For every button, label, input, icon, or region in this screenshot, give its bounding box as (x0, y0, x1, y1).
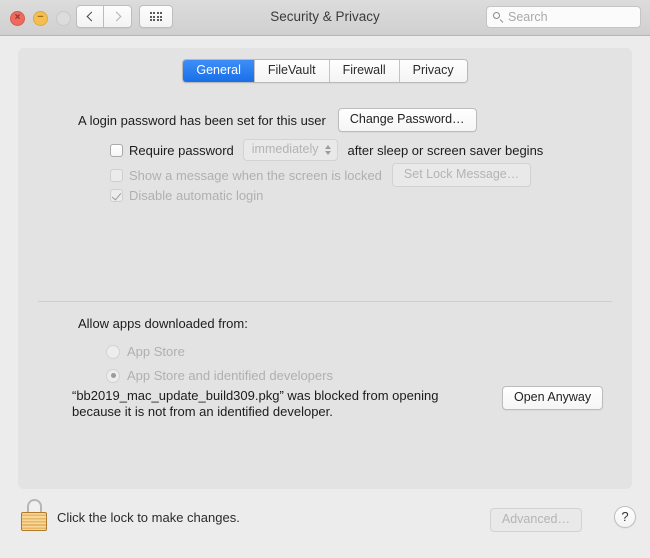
checkmark-icon (112, 190, 122, 201)
set-lock-message-button: Set Lock Message… (391, 163, 532, 187)
allow-option-label-1: App Store and identified developers (127, 368, 333, 383)
allow-option-identified-developers: App Store and identified developers (106, 368, 333, 383)
window-titlebar: × − Security & Privacy Search (0, 0, 650, 36)
require-password-label: Require password (129, 142, 234, 158)
search-icon (493, 11, 504, 23)
allow-option-app-store: App Store (106, 344, 185, 359)
login-password-row: A login password has been set for this u… (78, 108, 477, 132)
change-password-button[interactable]: Change Password… (337, 108, 477, 132)
lock-body (21, 512, 47, 531)
chevron-updown-icon (325, 144, 332, 155)
blocked-app-notice: “bb2019_mac_update_build309.pkg” was blo… (72, 388, 439, 419)
section-divider (38, 301, 612, 302)
show-lock-message-checkbox (110, 168, 123, 182)
allow-apps-label: Allow apps downloaded from: (78, 316, 248, 331)
disable-auto-login-row: Disable automatic login (110, 188, 263, 203)
require-password-delay-popup: immediately (242, 139, 339, 161)
search-placeholder: Search (508, 10, 548, 24)
require-password-suffix: after sleep or screen saver begins (347, 142, 544, 158)
tab-filevault[interactable]: FileVault (253, 60, 329, 82)
require-password-checkbox[interactable] (110, 143, 123, 157)
advanced-button: Advanced… (489, 508, 582, 532)
lock-closed-icon[interactable] (20, 499, 48, 531)
radio-app-store (106, 344, 120, 359)
search-field[interactable]: Search (486, 6, 641, 28)
disable-auto-login-checkbox (110, 189, 123, 202)
security-privacy-window: × − Security & Privacy Search A login pa… (0, 0, 650, 558)
open-anyway-button[interactable]: Open Anyway (502, 386, 604, 410)
tab-privacy[interactable]: Privacy (398, 60, 467, 82)
allow-option-label-0: App Store (127, 344, 185, 359)
radio-identified-developers (106, 368, 120, 383)
disable-auto-login-label: Disable automatic login (129, 188, 264, 203)
show-lock-message-row: Show a message when the screen is locked… (110, 163, 532, 187)
login-password-label: A login password has been set for this u… (78, 112, 326, 128)
show-lock-message-label: Show a message when the screen is locked (129, 167, 382, 183)
require-password-delay-value: immediately (251, 142, 319, 156)
window-footer: Click the lock to make changes. Advanced… (0, 489, 650, 558)
help-button[interactable]: ? (614, 506, 636, 528)
tab-bar: General FileVault Firewall Privacy (0, 59, 650, 83)
require-password-row: Require password immediately after sleep… (110, 139, 543, 161)
preference-pane-content: A login password has been set for this u… (18, 48, 632, 489)
lock-hint-text: Click the lock to make changes. (57, 510, 240, 525)
tab-firewall[interactable]: Firewall (328, 60, 399, 82)
tab-general[interactable]: General (183, 60, 254, 82)
